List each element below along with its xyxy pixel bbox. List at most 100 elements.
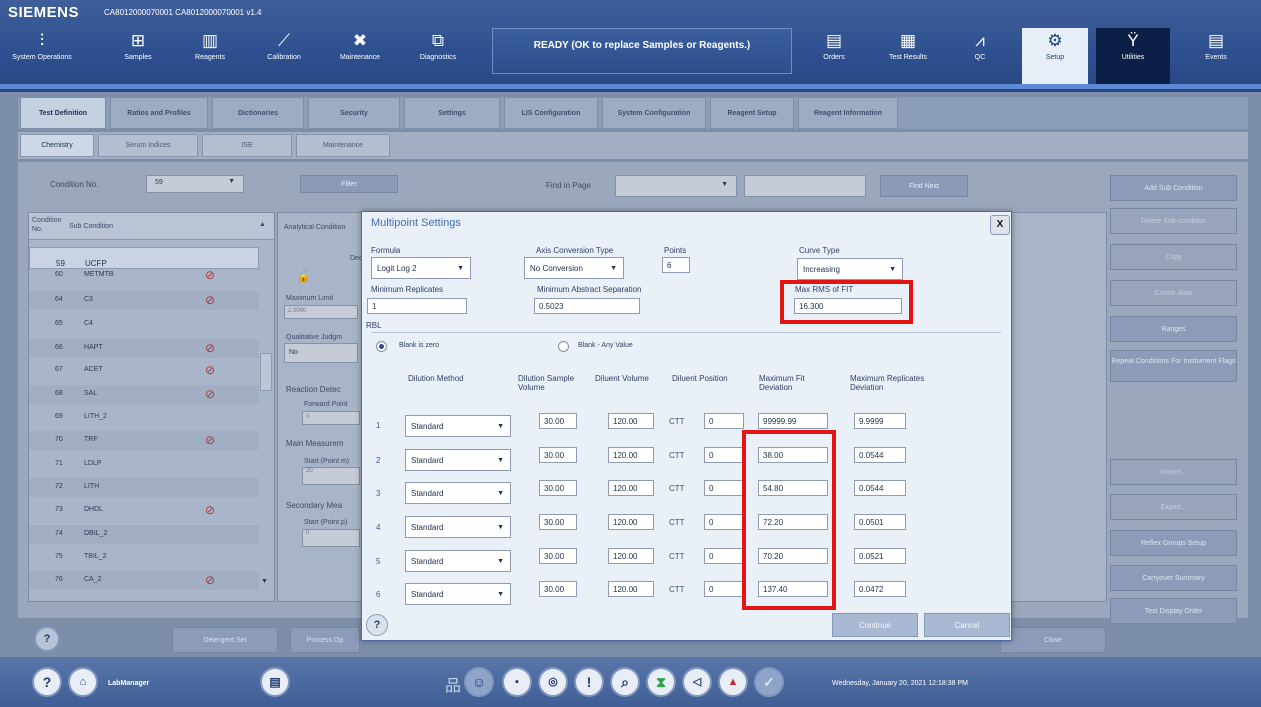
create-alias-button[interactable]: Create Alias — [1110, 280, 1237, 306]
sample-volume-input[interactable]: 30.00 — [539, 548, 577, 564]
reagent-bottle-icon[interactable]: ▤ — [260, 667, 290, 697]
dilution-method-select[interactable]: Standard ▼ — [405, 550, 511, 572]
user-icon[interactable]: ⌂ — [68, 667, 98, 697]
lock-icon[interactable]: 🔓 — [296, 269, 311, 283]
diluent-volume-input[interactable]: 120.00 — [608, 548, 654, 564]
cancel-button[interactable]: Cancel — [924, 613, 1010, 637]
table-row[interactable]: 60 METMTB ⊘ — [29, 266, 259, 285]
blank-zero-radio[interactable] — [376, 341, 387, 352]
reflex-groups-setup-button[interactable]: Reflex Groups Setup — [1110, 530, 1237, 556]
repeat-conditions-button[interactable]: Repeat Conditions For Instrument Flags — [1110, 350, 1237, 382]
filter-button[interactable]: Filter — [300, 175, 398, 193]
max-replicates-deviation-input[interactable]: 0.0501 — [854, 514, 906, 530]
sample-volume-input[interactable]: 30.00 — [539, 581, 577, 597]
find-input[interactable] — [744, 175, 866, 197]
tab-settings[interactable]: Settings — [404, 97, 500, 129]
table-row[interactable]: 65 C4 — [29, 315, 259, 334]
tab-maintenance[interactable]: Maintenance — [296, 134, 390, 157]
tab-reagent-setup[interactable]: Reagent Setup — [710, 97, 794, 129]
max-replicates-deviation-input[interactable]: 0.0544 — [854, 447, 906, 463]
max-replicates-deviation-input[interactable]: 0.0472 — [854, 581, 906, 597]
position-input[interactable]: 0 — [704, 413, 744, 429]
ranges-button[interactable]: Ranges — [1110, 316, 1237, 342]
table-row[interactable]: 73 DHDL ⊘ — [29, 501, 259, 520]
nav-diagnostics[interactable]: ⧉ Diagnostics — [408, 28, 468, 78]
nav-maintenance[interactable]: ✖ Maintenance — [330, 28, 390, 78]
scroll-up-icon[interactable]: ▲ — [259, 221, 266, 228]
process-options-button[interactable]: Process Op — [290, 627, 360, 653]
tab-test-definition[interactable]: Test Definition — [20, 97, 106, 129]
table-row[interactable]: 67 ACET ⊘ — [29, 361, 259, 380]
gauge-icon[interactable]: ◎ — [538, 667, 568, 697]
tab-chemistry[interactable]: Chemistry — [20, 134, 94, 157]
tab-security[interactable]: Security — [308, 97, 400, 129]
footer-help-button[interactable]: ? — [32, 667, 62, 697]
tab-reagent-information[interactable]: Reagent Information — [798, 97, 898, 129]
speaker-icon[interactable]: ◁ — [682, 667, 712, 697]
close-button[interactable]: Close — [1000, 627, 1106, 653]
tab-dictionaries[interactable]: Dictionaries — [212, 97, 304, 129]
sample-volume-input[interactable]: 30.00 — [539, 413, 577, 429]
table-row[interactable]: 76 CA_2 ⊘ — [29, 571, 259, 590]
diluent-volume-input[interactable]: 120.00 — [608, 447, 654, 463]
position-input[interactable]: 0 — [704, 548, 744, 564]
dialog-help-button[interactable]: ? — [366, 614, 388, 636]
min-replicates-input[interactable]: 1 — [367, 298, 467, 314]
printer-alert-icon[interactable]: ▲ — [718, 667, 748, 697]
table-row[interactable]: 69 LITH_2 — [29, 408, 259, 427]
nav-setup[interactable]: ⚙ Setup — [1022, 28, 1088, 84]
dilution-method-select[interactable]: Standard ▼ — [405, 415, 511, 437]
nav-calibration[interactable]: ⟋ Calibration — [254, 28, 314, 78]
sample-error-icon[interactable]: ▪ — [502, 667, 532, 697]
nav-utilities[interactable]: Ϋ Utilities — [1096, 28, 1170, 84]
position-input[interactable]: 0 — [704, 480, 744, 496]
max-replicates-deviation-input[interactable]: 0.0521 — [854, 548, 906, 564]
dilution-method-select[interactable]: Standard ▼ — [405, 482, 511, 504]
start-point-p-input[interactable]: 0 — [302, 529, 360, 547]
table-row[interactable]: 74 DBIL_2 — [29, 525, 259, 544]
formula-select[interactable]: Logit Log 2 ▼ — [371, 257, 471, 279]
qual-judgment-select[interactable]: No — [284, 343, 358, 363]
dilution-method-select[interactable]: Standard ▼ — [405, 516, 511, 538]
points-input[interactable]: 6 — [662, 257, 690, 273]
sample-volume-input[interactable]: 30.00 — [539, 514, 577, 530]
diluent-volume-input[interactable]: 120.00 — [608, 514, 654, 530]
table-row[interactable]: 72 LITH — [29, 478, 259, 497]
max-limit-input[interactable]: 2.0000 — [284, 305, 358, 319]
import-button[interactable]: Import... — [1110, 459, 1237, 485]
start-point-m-input[interactable]: 20 — [302, 467, 360, 485]
add-sub-condition-button[interactable]: Add Sub Condition — [1110, 175, 1237, 201]
check-icon[interactable]: ✓ — [754, 667, 784, 697]
help-button[interactable]: ? — [34, 626, 60, 652]
delete-sub-condition-button[interactable]: Delete Sub-condition — [1110, 208, 1237, 234]
export-button[interactable]: Export... — [1110, 494, 1237, 520]
tab-system-configuration[interactable]: System Configuration — [602, 97, 706, 129]
position-input[interactable]: 0 — [704, 581, 744, 597]
axis-conversion-select[interactable]: No Conversion ▼ — [524, 257, 624, 279]
nav-events[interactable]: ▤ Events — [1186, 28, 1246, 78]
carryover-summary-button[interactable]: Carryover Summary — [1110, 565, 1237, 591]
nav-reagents[interactable]: ▥ Reagents — [180, 28, 240, 78]
table-row[interactable]: 68 SAL ⊘ — [29, 385, 259, 404]
scroll-down-icon[interactable]: ▼ — [261, 578, 268, 585]
search-icon[interactable]: ⌕ — [610, 667, 640, 697]
find-select[interactable]: ▼ — [615, 175, 737, 197]
tab-serum-indices[interactable]: Serum Indices — [98, 134, 198, 157]
position-input[interactable]: 0 — [704, 514, 744, 530]
diluent-volume-input[interactable]: 120.00 — [608, 581, 654, 597]
condition-no-select[interactable]: 59 ▼ — [146, 175, 244, 193]
max-fit-deviation-input[interactable]: 99999.99 — [758, 413, 828, 429]
table-row[interactable]: 71 LDLP — [29, 455, 259, 474]
sample-volume-input[interactable]: 30.00 — [539, 447, 577, 463]
forward-point-input[interactable]: 0 — [302, 411, 360, 425]
table-row[interactable]: 75 TBIL_2 — [29, 548, 259, 567]
diluent-volume-input[interactable]: 120.00 — [608, 413, 654, 429]
curve-type-select[interactable]: Increasing ▼ — [797, 258, 903, 280]
nav-samples[interactable]: ⊞ Samples — [108, 28, 168, 78]
table-scrollbar-thumb[interactable] — [260, 353, 272, 391]
detergent-set-button[interactable]: Detergent Set — [172, 627, 278, 653]
test-display-order-button[interactable]: Test Display Order — [1110, 598, 1237, 624]
position-input[interactable]: 0 — [704, 447, 744, 463]
min-abstract-separation-input[interactable]: 0.5023 — [534, 298, 640, 314]
dilution-method-select[interactable]: Standard ▼ — [405, 449, 511, 471]
